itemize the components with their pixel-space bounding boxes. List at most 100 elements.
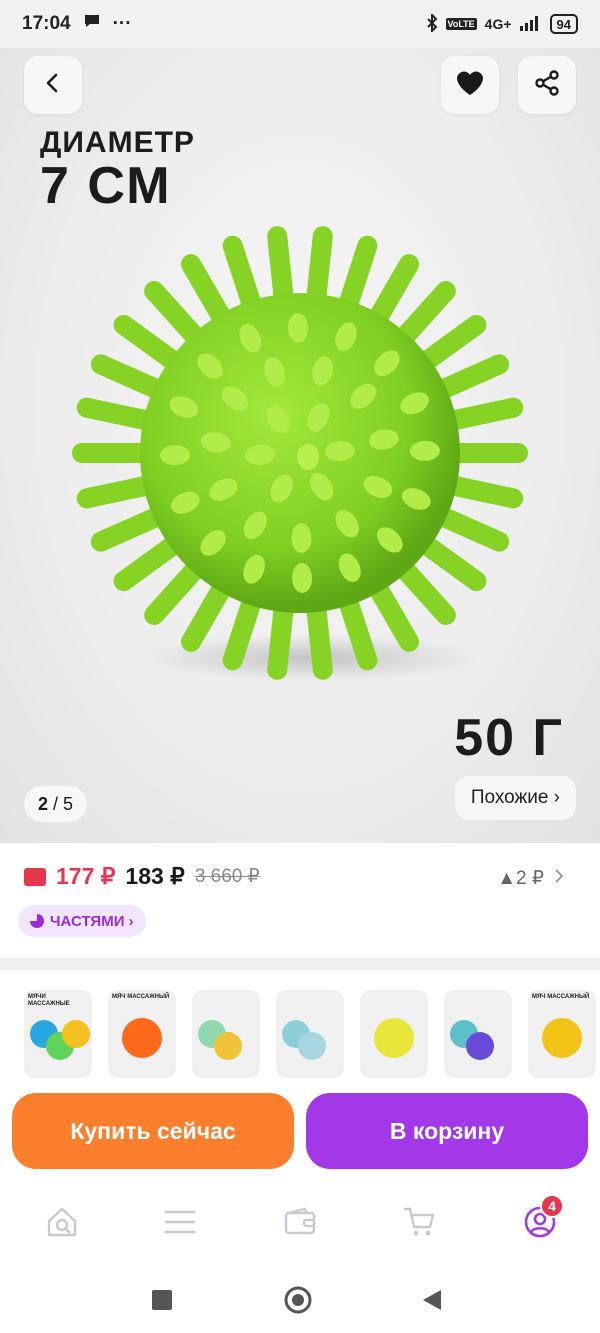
chat-icon xyxy=(83,13,101,35)
add-to-cart-label: В корзину xyxy=(389,1117,505,1144)
signal-icon xyxy=(519,15,542,34)
nav-profile[interactable]: 4 xyxy=(516,1194,564,1248)
recent-apps-button[interactable] xyxy=(142,1282,182,1322)
ball-spike xyxy=(113,531,189,592)
diameter-caption: ДИАМЕТР 7 СМ xyxy=(40,126,195,212)
ball-spike xyxy=(436,397,524,432)
bottom-navigation: 4 xyxy=(0,1178,600,1268)
menu-icon xyxy=(164,1209,196,1240)
ball-spike xyxy=(144,554,210,626)
cart-badge: 4 xyxy=(540,1194,564,1218)
ball-spike xyxy=(267,592,295,680)
battery-indicator: 94 xyxy=(549,14,578,34)
ball-spike xyxy=(144,280,210,352)
ball-spike xyxy=(390,554,456,626)
variant-thumbnail[interactable] xyxy=(444,990,512,1078)
price-old: 3 660 ₽ xyxy=(194,866,260,887)
wallet-nav-icon xyxy=(283,1207,317,1242)
pie-icon xyxy=(30,914,44,928)
ball-spike xyxy=(390,280,456,352)
back-button[interactable] xyxy=(24,56,82,114)
thumbnail-ball xyxy=(298,1032,326,1060)
ball-spike xyxy=(181,254,235,334)
status-bar: 17:04 ··· VoLTE 4G+ 94 xyxy=(0,0,600,48)
thumbnail-ball xyxy=(214,1032,242,1060)
variant-thumbnail[interactable] xyxy=(360,990,428,1078)
share-button[interactable] xyxy=(518,56,576,114)
ball-spike xyxy=(181,572,235,652)
chevron-right-icon xyxy=(554,868,564,890)
variant-thumbnail[interactable] xyxy=(192,990,260,1078)
counter-total: / 5 xyxy=(53,793,74,814)
thumbnail-ball xyxy=(62,1020,90,1048)
circle-icon xyxy=(283,1285,313,1320)
weight-caption: 50 Г xyxy=(454,709,564,767)
pay-in-parts-button[interactable]: ЧАСТЯМИ › xyxy=(18,905,146,937)
system-navigation xyxy=(0,1268,600,1333)
diameter-label: ДИАМЕТР xyxy=(40,126,195,159)
ball-spike xyxy=(411,314,487,375)
ball-spike xyxy=(76,474,164,509)
buy-now-button[interactable]: Купить сейчас xyxy=(12,1093,294,1169)
ball-spike xyxy=(305,592,333,680)
similar-label: Похожие › xyxy=(470,787,560,808)
price-history-button[interactable]: ▲2 ₽ xyxy=(497,867,564,890)
heart-icon xyxy=(455,69,485,102)
nav-catalog[interactable] xyxy=(156,1200,204,1248)
thumbnail-ball xyxy=(466,1032,494,1060)
ball-spike xyxy=(222,235,264,321)
status-time: 17:04 xyxy=(22,13,71,34)
thumbnail-title: МЯЧИ МАССАЖНЫЕ xyxy=(28,994,70,1007)
product-image-ball xyxy=(60,218,540,698)
variant-thumbnail[interactable] xyxy=(276,990,344,1078)
bluetooth-icon xyxy=(426,12,438,35)
price-with-wallet: 177 ₽ xyxy=(56,863,116,889)
ball-spike xyxy=(305,226,333,314)
ball-spike xyxy=(113,314,189,375)
variant-thumbnail[interactable]: МЯЧ МАССАЖНЫЙ xyxy=(528,990,596,1078)
ball-spike xyxy=(365,572,419,652)
ball-spike xyxy=(427,354,510,402)
variant-thumbnail[interactable]: МЯЧИ МАССАЖНЫЕ xyxy=(24,990,92,1078)
counter-current: 2 xyxy=(38,793,49,814)
ball-spike xyxy=(90,354,173,402)
square-icon xyxy=(151,1289,173,1316)
ball-spike xyxy=(297,444,319,470)
pay-in-parts-label: ЧАСТЯМИ › xyxy=(50,912,134,930)
thumbnail-ball xyxy=(122,1018,162,1058)
diameter-value: 7 СМ xyxy=(40,157,172,215)
volte-icon: VoLTE xyxy=(445,18,477,30)
more-notifications-icon: ··· xyxy=(112,13,132,34)
product-gallery[interactable]: ДИАМЕТР 7 СМ 50 Г 2 / 5 Похожие › xyxy=(0,48,600,843)
ball-spike xyxy=(365,254,419,334)
favorite-button[interactable] xyxy=(441,56,499,114)
thumbnail-title: МЯЧ МАССАЖНЫЙ xyxy=(532,994,590,1000)
home-search-icon xyxy=(45,1205,79,1244)
thumbnail-ball xyxy=(542,1018,582,1058)
price-row: 177 ₽ 183 ₽ 3 660 ₽ xyxy=(24,863,260,890)
ball-spike xyxy=(436,474,524,509)
ball-spike xyxy=(267,226,295,314)
ball-spike xyxy=(427,504,510,552)
home-button[interactable] xyxy=(278,1282,318,1322)
variant-thumbnail[interactable]: МЯЧ МАССАЖНЫЙ xyxy=(108,990,176,1078)
price-section: 177 ₽ 183 ₽ 3 660 ₽ ▲2 ₽ ЧАСТЯМИ › xyxy=(0,843,600,958)
nav-wallet[interactable] xyxy=(276,1200,324,1248)
cart-icon xyxy=(403,1206,437,1243)
thumbnail-title: МЯЧ МАССАЖНЫЙ xyxy=(112,994,170,1000)
similar-button[interactable]: Похожие › xyxy=(454,776,576,820)
wallet-icon xyxy=(24,867,46,886)
section-divider xyxy=(0,958,600,970)
nav-cart[interactable] xyxy=(396,1200,444,1248)
price-regular: 183 ₽ xyxy=(125,863,185,889)
share-icon xyxy=(533,69,561,102)
system-back-button[interactable] xyxy=(412,1282,452,1322)
network-label: 4G+ xyxy=(484,16,512,32)
price-delta: ▲2 ₽ xyxy=(497,868,544,889)
back-arrow-icon xyxy=(42,72,64,99)
triangle-back-icon xyxy=(421,1288,443,1317)
add-to-cart-button[interactable]: В корзину xyxy=(306,1093,588,1169)
ball-spike xyxy=(90,504,173,552)
nav-home[interactable] xyxy=(38,1200,86,1248)
buy-now-label: Купить сейчас xyxy=(70,1117,236,1144)
